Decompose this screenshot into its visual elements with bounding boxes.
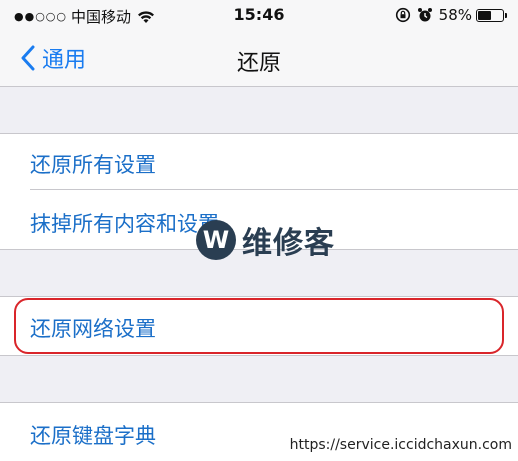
watermark-text: 维修客	[242, 226, 335, 261]
battery-percent: 58%	[438, 6, 472, 24]
battery-fill	[478, 10, 491, 20]
rotation-lock-icon	[395, 7, 410, 23]
status-right: 58%	[395, 6, 507, 24]
watermark-logo: W	[196, 220, 236, 260]
group-separator	[0, 296, 518, 297]
reset-all-settings-label: 还原所有设置	[30, 153, 156, 177]
highlight-annotation	[14, 298, 504, 354]
settings-reset-screen: ●●○○○ 中国移动 15:46 58% 通用 还原 还原所有设置 抹掉所有内容…	[0, 0, 518, 461]
group-separator	[0, 133, 518, 134]
source-url: https://service.iccidchaxun.com	[289, 437, 512, 453]
status-bar: ●●○○○ 中国移动 15:46 58%	[0, 0, 518, 32]
reset-all-settings-row[interactable]: 还原所有设置	[0, 133, 518, 190]
alarm-clock-icon	[417, 8, 432, 22]
battery-icon	[476, 8, 507, 22]
group-separator	[0, 402, 518, 403]
navigation-bar: 通用 还原	[0, 32, 518, 87]
reset-keyboard-dictionary-label: 还原键盘字典	[30, 424, 156, 448]
erase-all-content-label: 抹掉所有内容和设置	[30, 212, 219, 236]
page-title: 还原	[236, 51, 281, 76]
group-separator	[0, 355, 518, 356]
watermark: W 维修客	[196, 218, 335, 262]
